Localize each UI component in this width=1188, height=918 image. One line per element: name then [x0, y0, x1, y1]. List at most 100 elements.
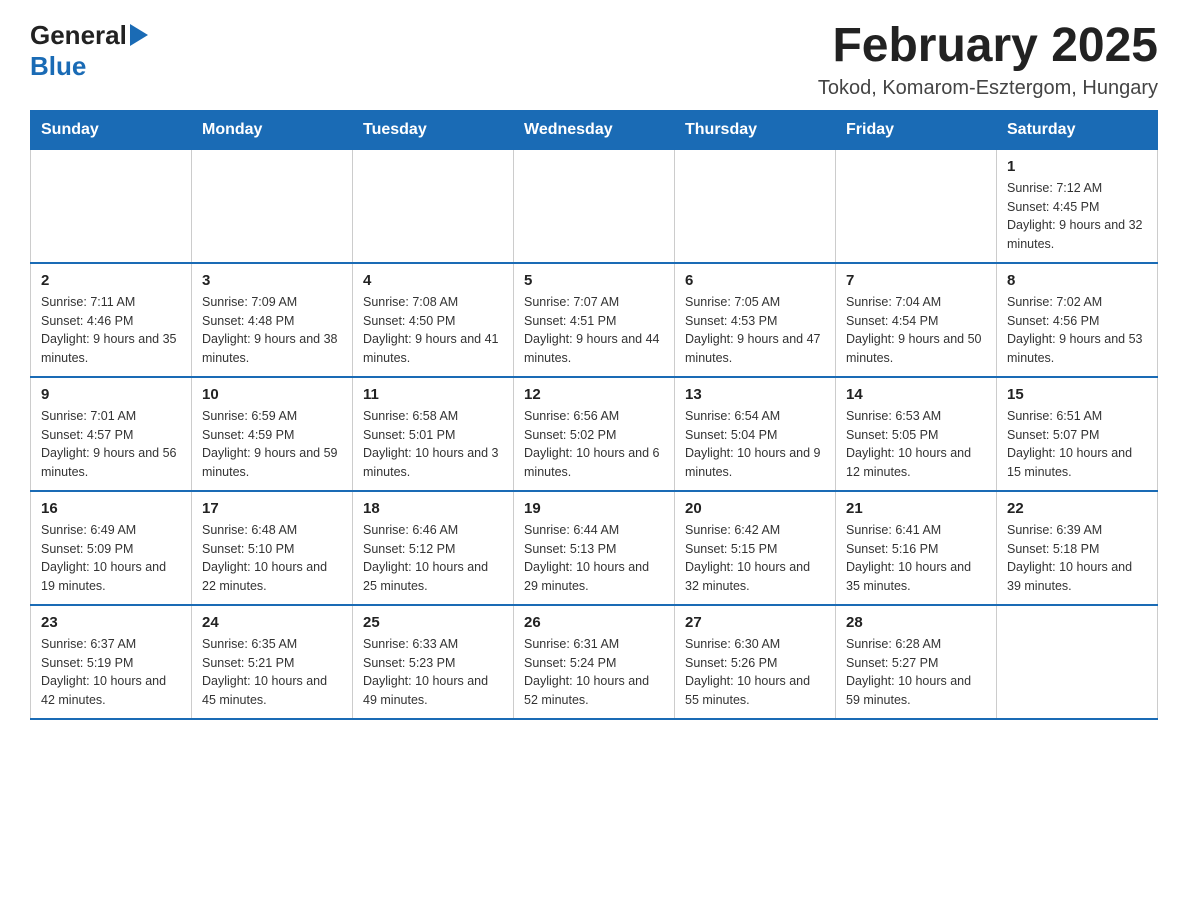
- day-info: Sunrise: 6:39 AMSunset: 5:18 PMDaylight:…: [1007, 523, 1132, 593]
- day-info: Sunrise: 6:44 AMSunset: 5:13 PMDaylight:…: [524, 523, 649, 593]
- day-number: 7: [846, 272, 986, 289]
- day-number: 18: [363, 500, 503, 517]
- calendar-empty-cell: [514, 149, 675, 263]
- calendar-day-27: 27Sunrise: 6:30 AMSunset: 5:26 PMDayligh…: [675, 605, 836, 719]
- day-number: 12: [524, 386, 664, 403]
- day-number: 15: [1007, 386, 1147, 403]
- calendar-empty-cell: [353, 149, 514, 263]
- calendar-day-7: 7 Sunrise: 7:04 AMSunset: 4:54 PMDaylight…: [836, 263, 997, 377]
- day-number: 4: [363, 272, 503, 289]
- day-number: 21: [846, 500, 986, 517]
- weekday-header-tuesday: Tuesday: [353, 110, 514, 149]
- day-number: 22: [1007, 500, 1147, 517]
- calendar-day-28: 28Sunrise: 6:28 AMSunset: 5:27 PMDayligh…: [836, 605, 997, 719]
- calendar-day-13: 13 Sunrise: 6:54 AMSunset: 5:04 PMDayligh…: [675, 377, 836, 491]
- logo-triangle-icon: [130, 24, 148, 46]
- calendar-week-row: 2Sunrise: 7:11 AMSunset: 4:46 PMDaylight…: [31, 263, 1158, 377]
- calendar-day-23: 23 Sunrise: 6:37 AMSunset: 5:19 PMDayligh…: [31, 605, 192, 719]
- calendar-empty-cell: [675, 149, 836, 263]
- day-number: 14: [846, 386, 986, 403]
- day-info: Sunrise: 7:02 AMSunset: 4:56 PMDaylight:…: [1007, 295, 1143, 365]
- weekday-header-friday: Friday: [836, 110, 997, 149]
- day-info: Sunrise: 6:31 AMSunset: 5:24 PMDaylight:…: [524, 637, 649, 707]
- title-section: February 2025 Tokod, Komarom-Esztergom, …: [818, 20, 1158, 100]
- day-number: 9: [41, 386, 181, 403]
- logo: General Blue: [30, 20, 148, 82]
- day-number: 24: [202, 614, 342, 631]
- weekday-header-row: SundayMondayTuesdayWednesdayThursdayFrid…: [31, 110, 1158, 149]
- calendar-empty-cell: [192, 149, 353, 263]
- location-text: Tokod, Komarom-Esztergom, Hungary: [818, 77, 1158, 100]
- calendar-day-5: 5Sunrise: 7:07 AMSunset: 4:51 PMDaylight…: [514, 263, 675, 377]
- calendar-day-10: 10Sunrise: 6:59 AMSunset: 4:59 PMDayligh…: [192, 377, 353, 491]
- calendar-week-row: 9 Sunrise: 7:01 AMSunset: 4:57 PMDaylight…: [31, 377, 1158, 491]
- logo-blue-text: Blue: [30, 51, 86, 82]
- day-info: Sunrise: 7:12 AMSunset: 4:45 PMDaylight:…: [1007, 181, 1143, 251]
- day-info: Sunrise: 7:05 AMSunset: 4:53 PMDaylight:…: [685, 295, 821, 365]
- day-info: Sunrise: 6:54 AMSunset: 5:04 PMDaylight:…: [685, 409, 821, 479]
- calendar-body: 1 Sunrise: 7:12 AMSunset: 4:45 PMDaylight…: [31, 149, 1158, 719]
- day-number: 3: [202, 272, 342, 289]
- calendar-empty-cell: [997, 605, 1158, 719]
- day-number: 6: [685, 272, 825, 289]
- day-number: 19: [524, 500, 664, 517]
- day-number: 25: [363, 614, 503, 631]
- day-number: 5: [524, 272, 664, 289]
- calendar-day-1: 1 Sunrise: 7:12 AMSunset: 4:45 PMDaylight…: [997, 149, 1158, 263]
- day-info: Sunrise: 6:42 AMSunset: 5:15 PMDaylight:…: [685, 523, 810, 593]
- day-info: Sunrise: 6:41 AMSunset: 5:16 PMDaylight:…: [846, 523, 971, 593]
- calendar-day-19: 19 Sunrise: 6:44 AMSunset: 5:13 PMDayligh…: [514, 491, 675, 605]
- day-info: Sunrise: 7:01 AMSunset: 4:57 PMDaylight:…: [41, 409, 177, 479]
- day-number: 16: [41, 500, 181, 517]
- day-number: 8: [1007, 272, 1147, 289]
- day-number: 11: [363, 386, 503, 403]
- calendar-day-16: 16 Sunrise: 6:49 AMSunset: 5:09 PMDayligh…: [31, 491, 192, 605]
- weekday-header-thursday: Thursday: [675, 110, 836, 149]
- calendar-day-24: 24 Sunrise: 6:35 AMSunset: 5:21 PMDayligh…: [192, 605, 353, 719]
- day-info: Sunrise: 6:35 AMSunset: 5:21 PMDaylight:…: [202, 637, 327, 707]
- day-number: 28: [846, 614, 986, 631]
- calendar-empty-cell: [836, 149, 997, 263]
- calendar-table: SundayMondayTuesdayWednesdayThursdayFrid…: [30, 110, 1158, 720]
- calendar-week-row: 16 Sunrise: 6:49 AMSunset: 5:09 PMDayligh…: [31, 491, 1158, 605]
- day-info: Sunrise: 6:37 AMSunset: 5:19 PMDaylight:…: [41, 637, 166, 707]
- day-number: 2: [41, 272, 181, 289]
- weekday-header-monday: Monday: [192, 110, 353, 149]
- calendar-day-20: 20 Sunrise: 6:42 AMSunset: 5:15 PMDayligh…: [675, 491, 836, 605]
- day-info: Sunrise: 6:48 AMSunset: 5:10 PMDaylight:…: [202, 523, 327, 593]
- calendar-day-12: 12 Sunrise: 6:56 AMSunset: 5:02 PMDayligh…: [514, 377, 675, 491]
- logo-general-text: General: [30, 20, 127, 51]
- day-number: 1: [1007, 158, 1147, 175]
- calendar-day-4: 4 Sunrise: 7:08 AMSunset: 4:50 PMDaylight…: [353, 263, 514, 377]
- calendar-day-17: 17Sunrise: 6:48 AMSunset: 5:10 PMDayligh…: [192, 491, 353, 605]
- day-info: Sunrise: 7:04 AMSunset: 4:54 PMDaylight:…: [846, 295, 982, 365]
- day-info: Sunrise: 6:51 AMSunset: 5:07 PMDaylight:…: [1007, 409, 1132, 479]
- calendar-day-8: 8 Sunrise: 7:02 AMSunset: 4:56 PMDaylight…: [997, 263, 1158, 377]
- calendar-day-26: 26 Sunrise: 6:31 AMSunset: 5:24 PMDayligh…: [514, 605, 675, 719]
- calendar-day-15: 15 Sunrise: 6:51 AMSunset: 5:07 PMDayligh…: [997, 377, 1158, 491]
- weekday-header-sunday: Sunday: [31, 110, 192, 149]
- calendar-day-18: 18 Sunrise: 6:46 AMSunset: 5:12 PMDayligh…: [353, 491, 514, 605]
- calendar-week-row: 23 Sunrise: 6:37 AMSunset: 5:19 PMDayligh…: [31, 605, 1158, 719]
- day-info: Sunrise: 6:58 AMSunset: 5:01 PMDaylight:…: [363, 409, 499, 479]
- day-info: Sunrise: 6:33 AMSunset: 5:23 PMDaylight:…: [363, 637, 488, 707]
- day-number: 23: [41, 614, 181, 631]
- day-number: 10: [202, 386, 342, 403]
- day-info: Sunrise: 6:49 AMSunset: 5:09 PMDaylight:…: [41, 523, 166, 593]
- day-info: Sunrise: 6:46 AMSunset: 5:12 PMDaylight:…: [363, 523, 488, 593]
- calendar-day-3: 3Sunrise: 7:09 AMSunset: 4:48 PMDaylight…: [192, 263, 353, 377]
- day-info: Sunrise: 6:56 AMSunset: 5:02 PMDaylight:…: [524, 409, 660, 479]
- calendar-empty-cell: [31, 149, 192, 263]
- day-info: Sunrise: 6:53 AMSunset: 5:05 PMDaylight:…: [846, 409, 971, 479]
- calendar-header: SundayMondayTuesdayWednesdayThursdayFrid…: [31, 110, 1158, 149]
- day-info: Sunrise: 7:08 AMSunset: 4:50 PMDaylight:…: [363, 295, 499, 365]
- weekday-header-wednesday: Wednesday: [514, 110, 675, 149]
- calendar-week-row: 1 Sunrise: 7:12 AMSunset: 4:45 PMDaylight…: [31, 149, 1158, 263]
- calendar-day-9: 9 Sunrise: 7:01 AMSunset: 4:57 PMDaylight…: [31, 377, 192, 491]
- calendar-day-21: 21 Sunrise: 6:41 AMSunset: 5:16 PMDayligh…: [836, 491, 997, 605]
- calendar-day-14: 14 Sunrise: 6:53 AMSunset: 5:05 PMDayligh…: [836, 377, 997, 491]
- day-number: 13: [685, 386, 825, 403]
- month-title: February 2025: [818, 20, 1158, 73]
- day-number: 20: [685, 500, 825, 517]
- day-number: 26: [524, 614, 664, 631]
